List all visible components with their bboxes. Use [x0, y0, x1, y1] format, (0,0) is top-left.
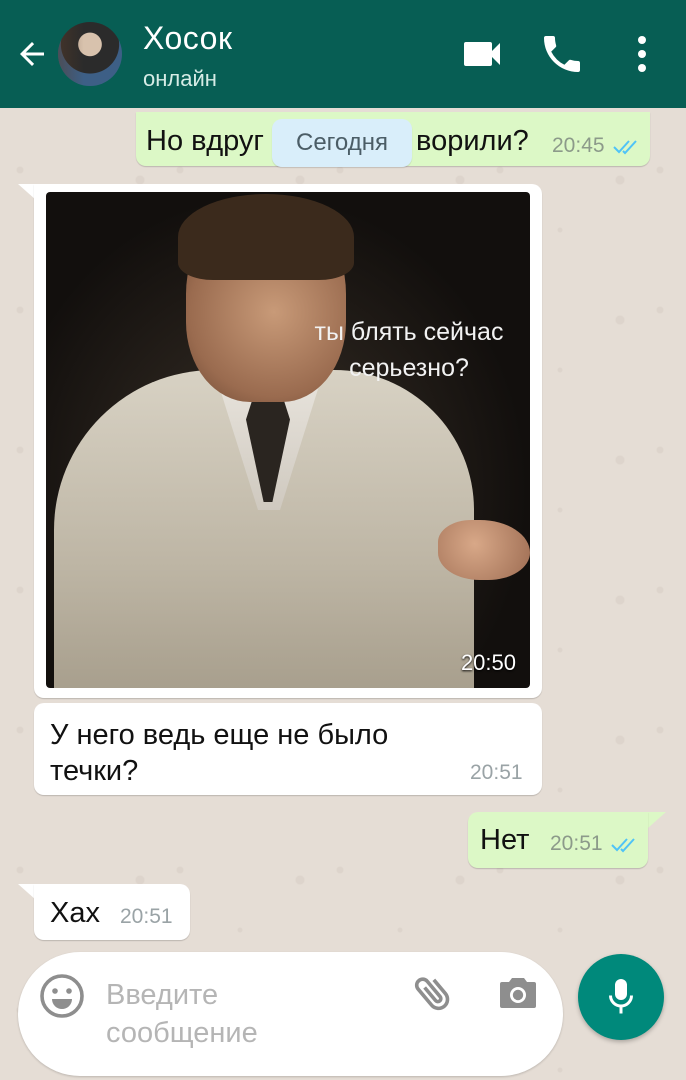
message-time: 20:45	[552, 134, 605, 157]
image-caption: ты блять сейчас серьезно?	[304, 314, 514, 386]
photo-figure-hair	[178, 194, 354, 280]
read-ticks-icon	[613, 140, 637, 155]
mic-button[interactable]	[578, 954, 664, 1040]
camera-icon[interactable]	[494, 970, 542, 1018]
message-outgoing[interactable]: Нет 20:51	[468, 812, 648, 868]
phone-icon[interactable]	[538, 30, 586, 78]
message-time: 20:51	[120, 905, 173, 928]
emoji-icon[interactable]	[38, 972, 86, 1020]
arrow-left-icon[interactable]	[14, 36, 50, 72]
message-text-end: ворили?	[416, 125, 529, 157]
placeholder-line2: сообщение	[106, 1017, 258, 1049]
photo-figure-hand	[438, 520, 530, 580]
bubble-tail	[648, 812, 666, 828]
message-time: 20:51	[550, 832, 603, 855]
message-input[interactable]: Введите сообщение	[18, 952, 563, 1076]
message-text: Нет	[480, 824, 530, 856]
image-attachment[interactable]: ты блять сейчас серьезно? 20:50	[46, 192, 530, 688]
contact-status: онлайн	[143, 66, 217, 91]
message-text: Хах	[50, 897, 100, 929]
avatar[interactable]	[58, 22, 122, 86]
image-caption-line1: ты блять сейчас	[314, 318, 504, 346]
message-text-start: Но вдруг	[146, 125, 265, 157]
message-placeholder: Введите сообщение	[106, 976, 406, 1052]
message-time: 20:51	[470, 761, 523, 784]
mic-icon	[609, 979, 633, 1014]
paperclip-icon[interactable]	[410, 970, 458, 1018]
more-vert-icon[interactable]	[618, 30, 666, 78]
message-incoming-image[interactable]: ты блять сейчас серьезно? 20:50	[34, 184, 542, 698]
message-text: У него ведь еще не было течки?	[50, 719, 389, 787]
read-ticks-icon	[611, 838, 635, 853]
date-chip: Сегодня	[272, 119, 412, 167]
placeholder-line1: Введите	[106, 979, 219, 1011]
image-caption-line2: серьезно?	[349, 354, 469, 382]
chat-header: Хосок онлайн	[0, 0, 686, 108]
contact-name[interactable]: Хосок	[143, 20, 232, 57]
message-incoming[interactable]: Хах 20:51	[34, 884, 190, 940]
videocam-icon[interactable]	[458, 30, 506, 78]
message-incoming[interactable]: У него ведь еще не было течки? 20:51	[34, 703, 542, 795]
message-time: 20:50	[460, 650, 516, 675]
